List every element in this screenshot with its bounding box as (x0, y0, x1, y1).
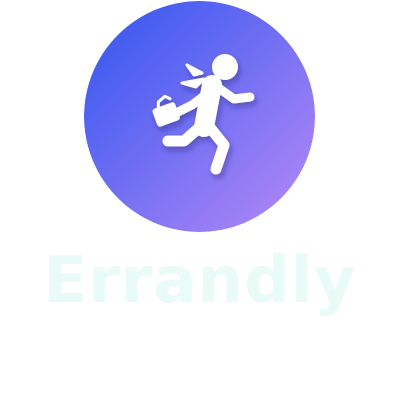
app-logo (84, 1, 315, 232)
running-businessman-icon (84, 1, 315, 232)
brand-name: Errandly (43, 244, 357, 318)
